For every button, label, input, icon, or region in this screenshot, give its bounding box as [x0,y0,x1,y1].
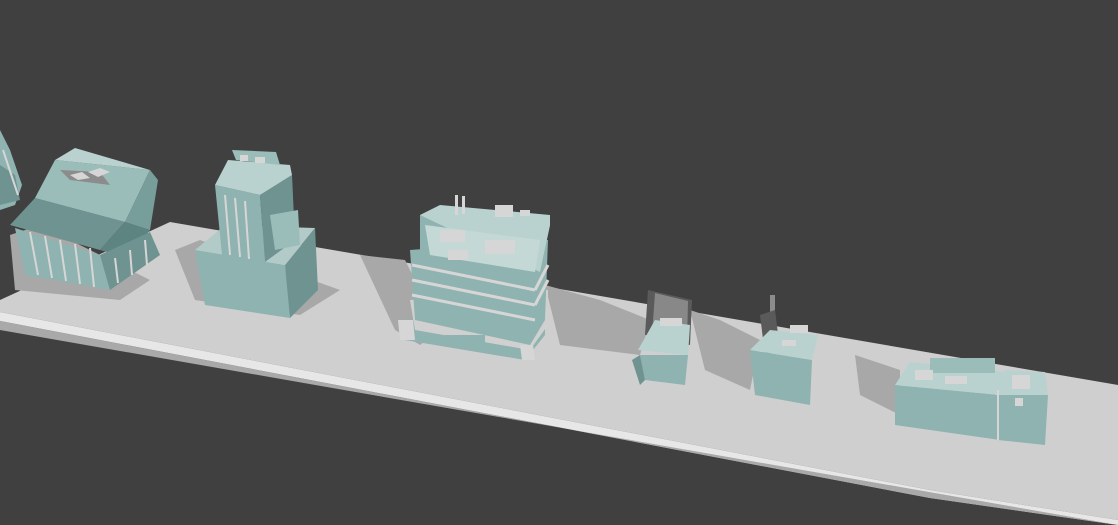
stacked-tech-building [398,195,550,360]
viewport-3d-scene [0,0,1118,525]
